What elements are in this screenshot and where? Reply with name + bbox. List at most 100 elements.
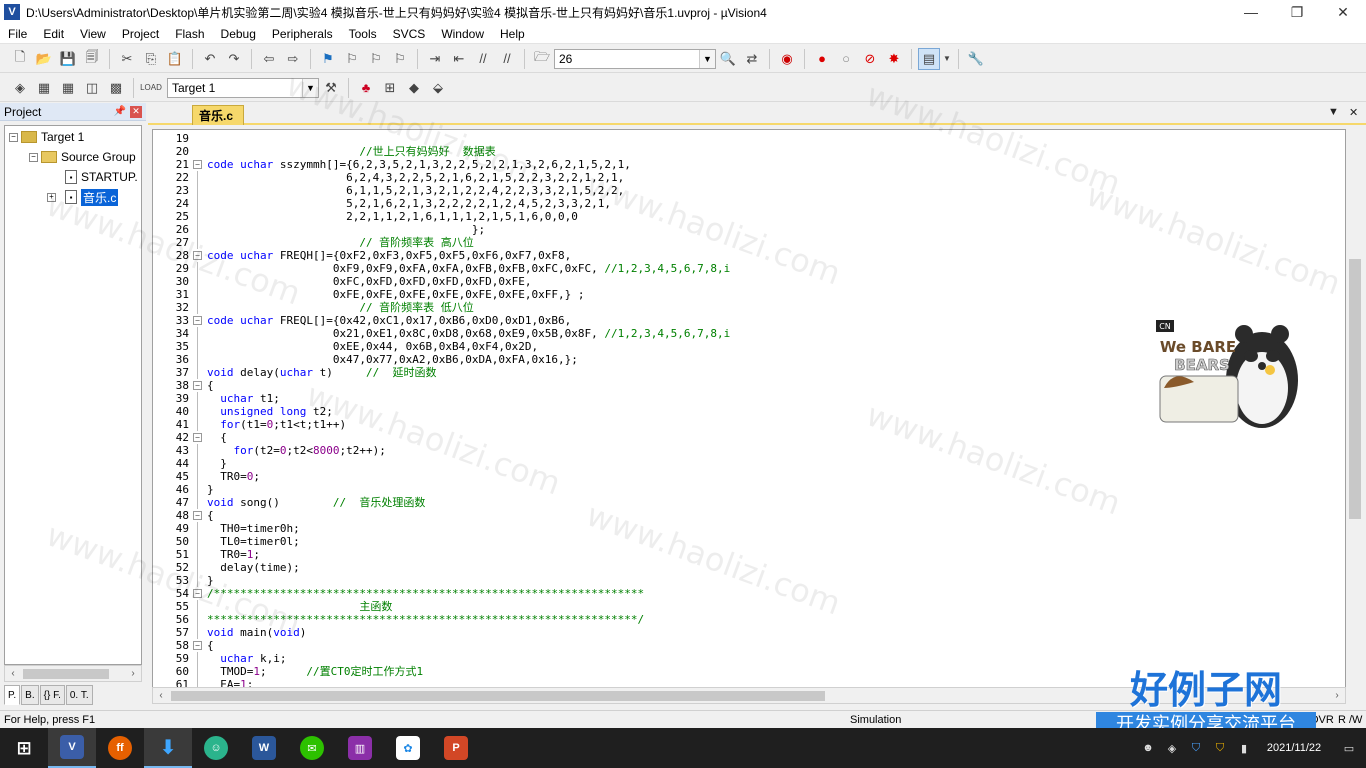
scroll-left-icon[interactable]: ‹	[5, 666, 21, 681]
copy-icon[interactable]: ⎘	[140, 48, 162, 70]
chevron-down-icon[interactable]: ▼	[699, 49, 715, 68]
menu-project[interactable]: Project	[114, 24, 167, 44]
select-packs-icon[interactable]: ⊞	[379, 77, 401, 99]
code-line[interactable]: 45 TR0=0;	[153, 470, 1345, 483]
fold-toggle-icon[interactable]: −	[193, 316, 202, 325]
code-line[interactable]: 54−/************************************…	[153, 587, 1345, 600]
chevron-down-icon[interactable]: ▼	[302, 78, 318, 97]
expand-icon[interactable]: +	[47, 192, 56, 202]
tray-security-icon[interactable]: ⛉	[1208, 736, 1232, 760]
window-layout-icon[interactable]: ▤	[918, 47, 940, 70]
tree-node-target[interactable]: − Target 1	[9, 127, 84, 147]
code-line[interactable]: 21− code uchar sszymmh[]={6,2,3,5,2,1,3,2…	[153, 158, 1345, 171]
menu-file[interactable]: File	[0, 24, 35, 44]
fold-toggle-icon[interactable]: −	[193, 511, 202, 520]
insert-breakpoint-icon[interactable]: ●	[811, 48, 833, 70]
code-line[interactable]: 59 uchar k,i;	[153, 652, 1345, 665]
bookmark-icon[interactable]: ⚑	[317, 48, 339, 70]
scroll-thumb[interactable]	[23, 669, 109, 679]
fold-toggle-icon[interactable]: −	[193, 251, 202, 260]
build-icon[interactable]: ▦	[33, 77, 55, 99]
taskbar-uvision[interactable]: V	[48, 728, 96, 768]
new-file-icon[interactable]: 🗋	[9, 48, 31, 70]
manage-components-icon[interactable]: ♣	[355, 77, 377, 99]
close-icon[interactable]: ✕	[130, 105, 142, 118]
open-file-icon[interactable]: 📂	[33, 48, 55, 70]
taskbar-chat[interactable]: ☺	[192, 728, 240, 768]
project-tree-hscroll[interactable]: ‹ ›	[4, 665, 142, 682]
menu-svcs[interactable]: SVCS	[385, 24, 434, 44]
batch-build-icon[interactable]: ◫	[81, 77, 103, 99]
scroll-thumb[interactable]	[171, 691, 825, 701]
taskbar-word[interactable]: W	[240, 728, 288, 768]
menu-tools[interactable]: Tools	[341, 24, 385, 44]
code-line[interactable]: 44 }	[153, 457, 1345, 470]
code-line[interactable]: 51 TR0=1;	[153, 548, 1345, 561]
tab-books[interactable]: B.	[21, 685, 39, 705]
fold-toggle-icon[interactable]: −	[193, 433, 202, 442]
code-line[interactable]: 25 2,2,1,1,2,1,6,1,1,1,2,1,5,1,6,0,0,0	[153, 210, 1345, 223]
notification-icon[interactable]: ▭	[1332, 736, 1366, 760]
menu-help[interactable]: Help	[492, 24, 533, 44]
tray-clock[interactable]: 2021/11/22	[1256, 741, 1332, 755]
tree-node-music-c[interactable]: + ▪ 音乐.c	[47, 187, 119, 207]
next-bookmark-icon[interactable]: ⚐	[365, 48, 387, 70]
menu-flash[interactable]: Flash	[167, 24, 212, 44]
tab-templates[interactable]: 0. T.	[65, 685, 93, 705]
nav-back-icon[interactable]: ⇦	[258, 48, 280, 70]
taskbar-photos[interactable]: ✿	[384, 728, 432, 768]
code-line[interactable]: 57 void main(void)	[153, 626, 1345, 639]
taskbar-wechat[interactable]: ✉	[288, 728, 336, 768]
taskbar-powerpoint[interactable]: P	[432, 728, 480, 768]
comment-icon[interactable]: //	[472, 48, 494, 70]
code-line[interactable]: 50 TL0=timer0l;	[153, 535, 1345, 548]
disable-breakpoints-icon[interactable]: ⊘	[859, 48, 881, 70]
uncomment-icon[interactable]: //	[496, 48, 518, 70]
cut-icon[interactable]: ✂	[116, 48, 138, 70]
tray-app-icon[interactable]: ◈	[1160, 736, 1184, 760]
fold-toggle-icon[interactable]: −	[193, 381, 202, 390]
code-line[interactable]: 28− code uchar FREQH[]={0xF2,0xF3,0xF5,0x…	[153, 249, 1345, 262]
start-button[interactable]: ⊞	[0, 728, 48, 768]
tab-project[interactable]: P.	[4, 685, 21, 705]
tab-music-c[interactable]: 音乐.c	[192, 105, 244, 125]
find-combo[interactable]: 26 ▼	[554, 48, 716, 69]
rebuild-icon[interactable]: ▦	[57, 77, 79, 99]
editor-vscroll[interactable]	[1346, 129, 1364, 689]
incremental-find-icon[interactable]: ⇄	[741, 48, 763, 70]
taskbar-download[interactable]: ⬇	[144, 728, 192, 768]
fold-toggle-icon[interactable]: −	[193, 160, 202, 169]
code-line[interactable]: 56 **************************************…	[153, 613, 1345, 626]
kill-breakpoints-icon[interactable]: ✸	[883, 48, 905, 70]
code-line[interactable]: 31 0xFE,0xFE,0xFE,0xFE,0xFE,0xFE,0xFF,} …	[153, 288, 1345, 301]
code-line[interactable]: 30 0xFC,0xFD,0xFD,0xFD,0xFD,0xFE,	[153, 275, 1345, 288]
paste-icon[interactable]: 📋	[164, 48, 186, 70]
save-all-icon[interactable]: 🗐	[81, 48, 103, 70]
pin-icon[interactable]: 📌	[114, 106, 126, 117]
chevron-down-icon[interactable]: ▼	[942, 48, 952, 70]
scroll-thumb[interactable]	[1349, 259, 1361, 519]
code-line[interactable]: 23 6,1,1,5,2,1,3,2,1,2,2,4,2,2,3,3,2,1,5…	[153, 184, 1345, 197]
scroll-right-icon[interactable]: ›	[1329, 688, 1345, 703]
code-line[interactable]: 53}	[153, 574, 1345, 587]
configure-icon[interactable]: 🔧	[965, 48, 987, 70]
menu-edit[interactable]: Edit	[35, 24, 72, 44]
translate-icon[interactable]: ◈	[9, 77, 31, 99]
target-options-icon[interactable]: ⚒	[320, 77, 342, 99]
code-line[interactable]: 24 5,2,1,6,2,1,3,2,2,2,2,1,2,4,5,2,3,3,2…	[153, 197, 1345, 210]
menu-view[interactable]: View	[72, 24, 114, 44]
code-line[interactable]: 32 // 音阶频率表 低八位	[153, 301, 1345, 314]
tray-avatar-icon[interactable]: ☻	[1136, 736, 1160, 760]
code-line[interactable]: 52 delay(time);	[153, 561, 1345, 574]
target-select[interactable]: Target 1 ▼	[167, 77, 319, 98]
code-line[interactable]: 19	[153, 132, 1345, 145]
code-line[interactable]: 47 void song() // 音乐处理函数	[153, 496, 1345, 509]
code-line[interactable]: 58−{	[153, 639, 1345, 652]
save-icon[interactable]: 💾	[57, 48, 79, 70]
maximize-button[interactable]: ❐	[1274, 0, 1320, 24]
menu-window[interactable]: Window	[433, 24, 492, 44]
manage-runtime-icon[interactable]: ◆	[403, 77, 425, 99]
tab-list-icon[interactable]: ▼	[1328, 106, 1339, 118]
download-icon[interactable]: LOAD	[140, 77, 162, 99]
code-line[interactable]: 27 // 音阶频率表 高八位	[153, 236, 1345, 249]
